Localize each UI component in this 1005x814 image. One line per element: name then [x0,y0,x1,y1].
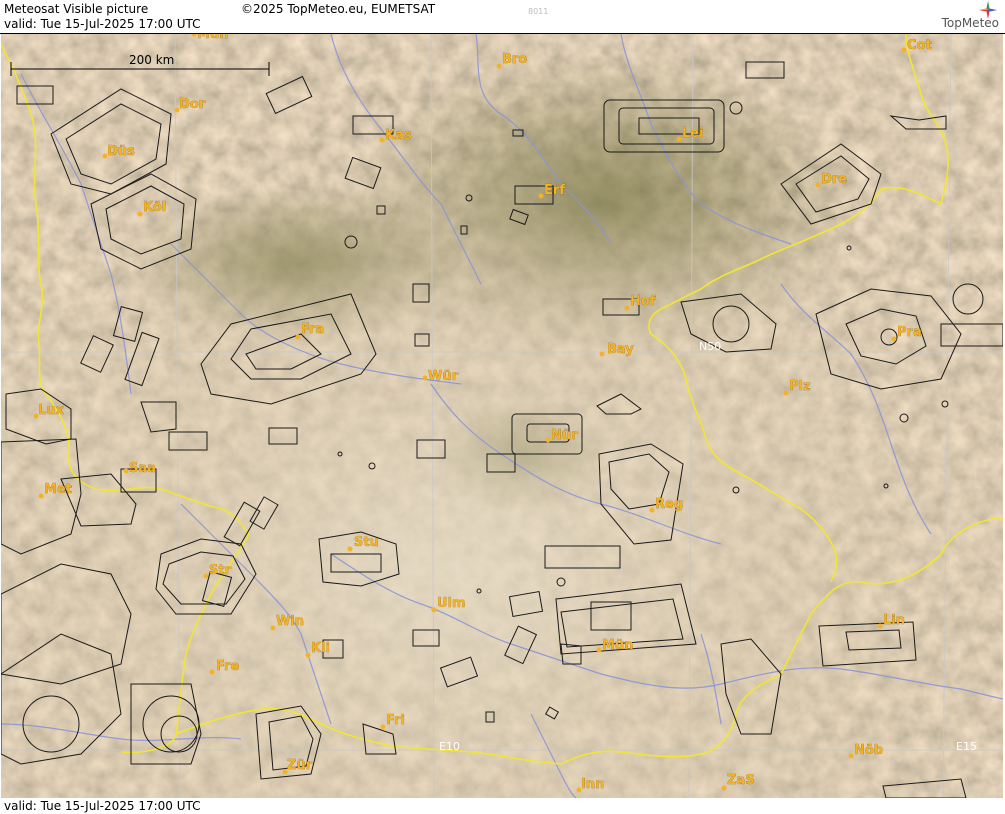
city-label-saa: Saa [129,461,156,476]
city-label-nur: Nür [551,428,578,443]
valid-time: valid: Tue 15-Jul-2025 17:00 UTC [4,17,201,31]
image-id: 8011 [528,7,549,16]
city-label-dus: Düs [107,144,135,159]
city-label-dor: Dor [179,97,206,112]
city-label-dre: Dre [821,172,847,187]
image-title: Meteosat Visible picture [4,2,149,16]
city-label-lin: Lin [883,613,905,628]
city-label-kli: Kli [311,641,330,656]
map-canvas: 200 km N50 E10 E15 Mün Bro Cot Dor Kas L… [1,34,1003,798]
city-label-mun-nw: Mün [197,34,228,42]
city-label-kol: Köl [143,200,166,215]
city-label-win: Win [276,614,304,629]
city-label-ulm: Ulm [437,596,466,611]
topmeteo-logo[interactable]: TopMeteo [903,1,999,32]
satellite-map[interactable]: 200 km N50 E10 E15 Mün Bro Cot Dor Kas L… [1,34,1003,798]
city-label-nob: Nöb [854,743,883,758]
city-label-stu: Stu [354,535,379,550]
city-label-bay: Bay [607,342,634,357]
city-label-mun: Mün [602,638,633,653]
footer-bar: valid: Tue 15-Jul-2025 17:00 UTC [0,798,1005,814]
city-label-cot: Cot [907,38,932,53]
city-label-zur: Zür [287,758,313,773]
cloud-haze [1,34,1003,798]
city-label-reg: Reg [655,497,683,512]
city-label-plz: Plz [789,379,811,394]
city-label-met: Met [44,482,72,497]
city-label-inn: Inn [581,777,604,792]
city-label-lux: Lux [38,403,65,418]
city-label-erf: Erf [544,183,565,198]
city-label-zas: ZaS [727,773,755,788]
footer-valid-time: valid: Tue 15-Jul-2025 17:00 UTC [4,799,201,813]
grid-label-n50: N50 [699,340,721,353]
brand-name: TopMeteo [941,16,999,30]
city-label-hof: Hof [630,294,656,309]
grid-label-e10: E10 [439,740,460,753]
grid-label-e15: E15 [956,740,977,753]
city-label-fri: Fri [386,713,405,728]
city-label-fra: Fra [301,322,324,337]
copyright-text: ©2025 TopMeteo.eu, EUMETSAT [241,2,436,16]
city-label-bro: Bro [502,52,527,67]
scale-bar-label: 200 km [129,53,174,67]
city-label-wur: Wür [428,369,459,384]
header-bar: Meteosat Visible picture ©2025 TopMeteo.… [0,0,1005,34]
city-label-pra: Pra [897,325,922,340]
city-label-kas: Kas [385,128,412,143]
city-label-str: Str [209,563,232,578]
city-label-fre: Fre [216,659,239,674]
city-label-lei: Lei [682,126,704,141]
